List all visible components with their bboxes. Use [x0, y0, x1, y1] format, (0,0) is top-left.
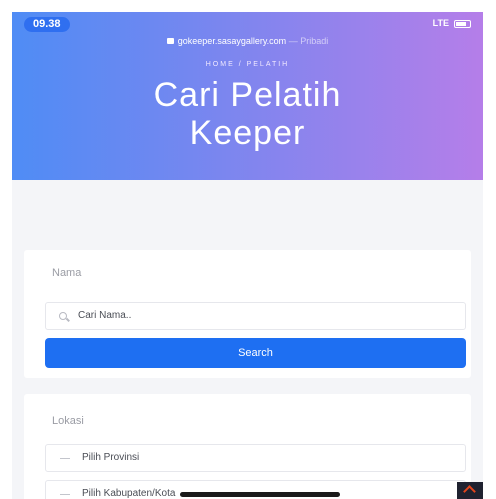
battery-icon [454, 20, 471, 28]
browser-url-bar[interactable]: gokeeper.sasaygallery.com — Pribadi [12, 36, 483, 46]
network-indicator: LTE [432, 18, 449, 28]
status-time: 09.38 [24, 17, 70, 32]
scroll-to-top-button[interactable] [457, 482, 483, 499]
lock-icon [166, 38, 174, 44]
province-select[interactable]: Pilih Provinsi [45, 444, 466, 472]
dash-icon [60, 494, 70, 495]
location-filter-card: Lokasi Pilih Provinsi Pilih Kabupaten/Ko… [24, 394, 471, 499]
search-icon [59, 312, 67, 320]
url-text: gokeeper.sasaygallery.com [177, 36, 287, 46]
search-button[interactable]: Search [45, 338, 466, 368]
page-title-line-2: Keeper [189, 114, 306, 152]
name-search-card: Nama Cari Nama.. Search [24, 250, 471, 378]
province-select-placeholder: Pilih Provinsi [82, 452, 140, 463]
city-select-placeholder: Pilih Kabupaten/Kota [82, 488, 176, 499]
page-title: Cari Pelatih Keeper [12, 76, 483, 152]
breadcrumb: HOME / PELATIH [205, 61, 290, 68]
location-label: Lokasi [52, 415, 84, 427]
name-label: Nama [52, 267, 82, 279]
name-search-input[interactable]: Cari Nama.. [45, 302, 466, 330]
status-bar: 09.38 LTE [12, 12, 483, 34]
dash-icon [60, 458, 70, 459]
url-suffix: — Pribadi [288, 36, 329, 46]
home-indicator[interactable] [180, 492, 340, 497]
page-title-line-1: Cari Pelatih [153, 76, 342, 114]
name-search-placeholder: Cari Nama.. [78, 310, 132, 321]
mobile-screen: 09.38 LTE gokeeper.sasaygallery.com — Pr… [12, 12, 483, 499]
hero-banner: 09.38 LTE gokeeper.sasaygallery.com — Pr… [12, 12, 483, 180]
